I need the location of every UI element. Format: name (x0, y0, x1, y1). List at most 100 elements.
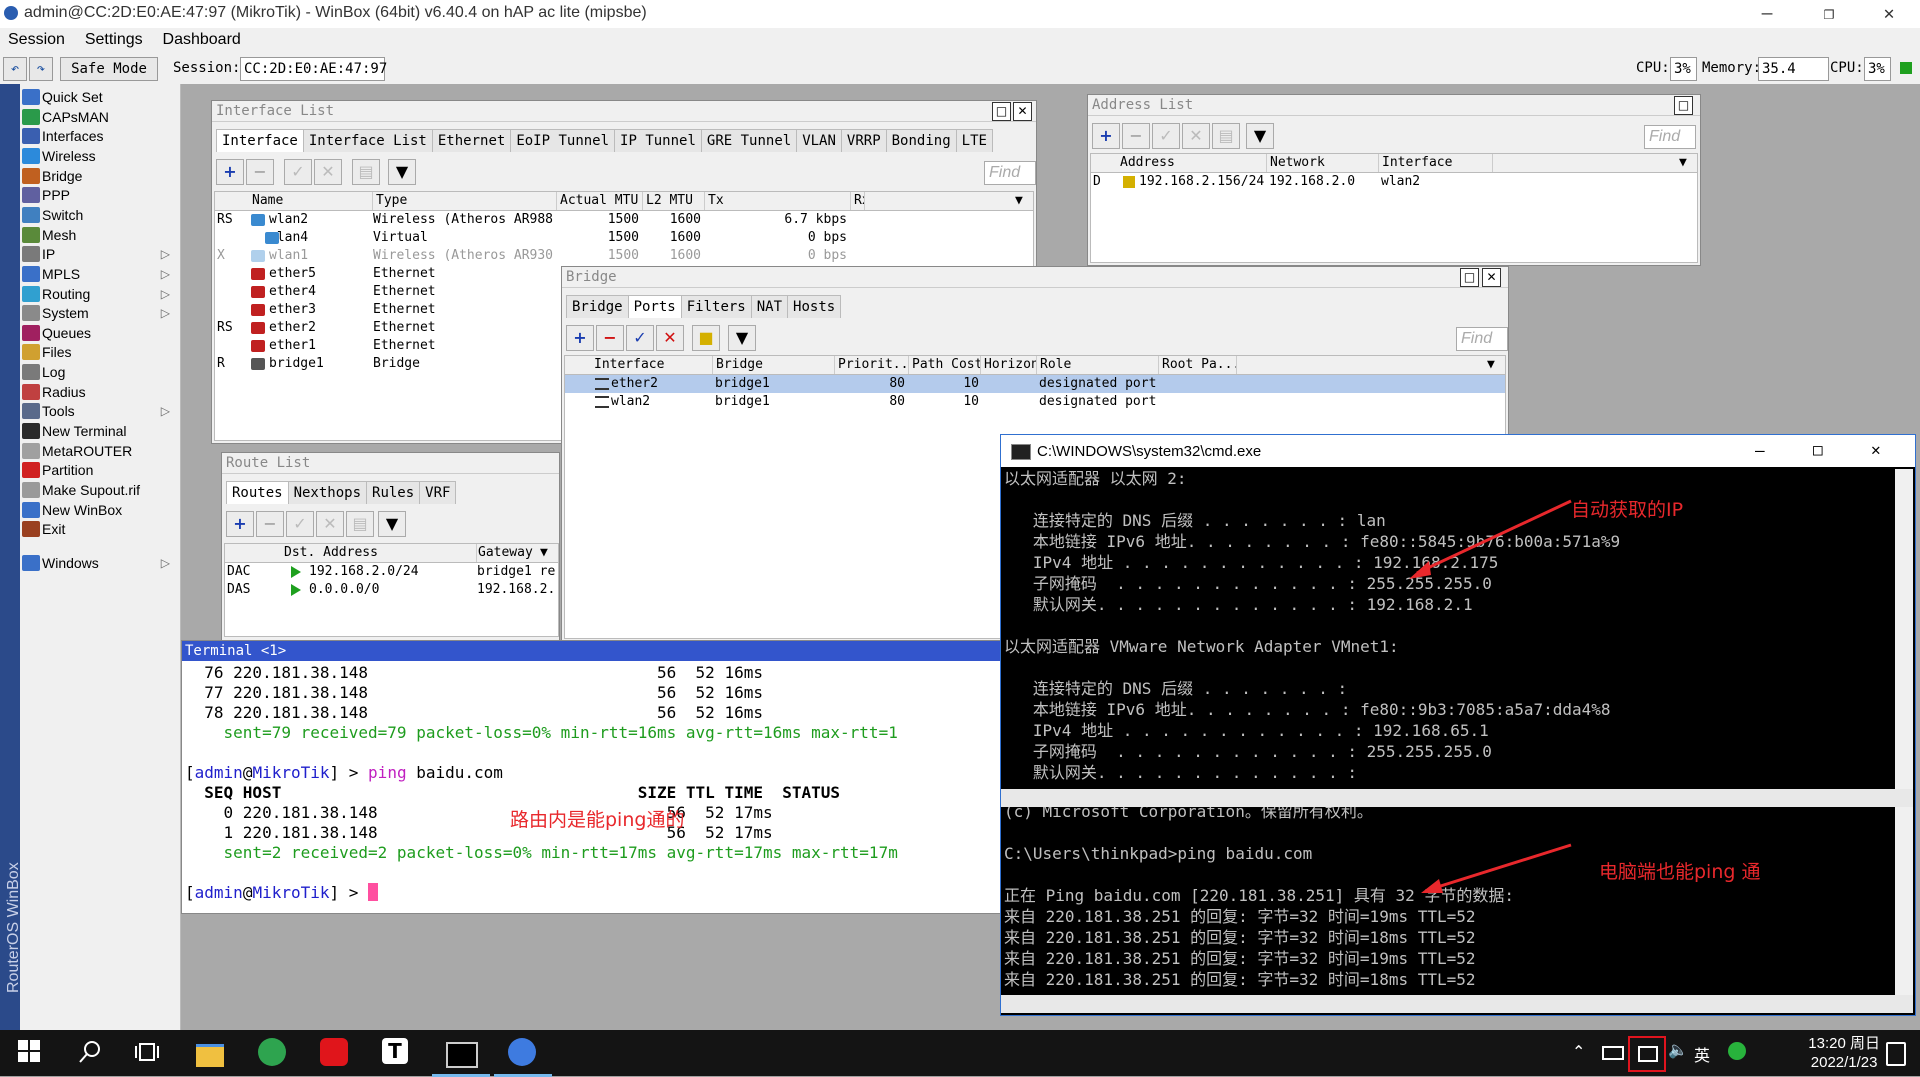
tab-vrf[interactable]: VRF (419, 481, 457, 504)
add-icon[interactable]: + (566, 325, 594, 351)
column-header[interactable]: Address (1117, 154, 1267, 172)
enable-icon[interactable]: ✓ (286, 511, 314, 537)
enable-icon[interactable]: ✓ (626, 325, 654, 351)
cmd-taskbar-icon[interactable] (432, 1038, 490, 1077)
tab-interface-list[interactable]: Interface List (302, 129, 433, 152)
add-icon[interactable]: + (216, 159, 244, 185)
disable-icon[interactable]: ✕ (316, 511, 344, 537)
filter-icon[interactable]: ▼ (388, 159, 416, 185)
remove-icon[interactable]: − (1122, 123, 1150, 149)
search-icon[interactable] (76, 1038, 106, 1068)
table-row[interactable]: wlan4 Virtual 1500 1600 0 bps (215, 229, 1033, 247)
tab-routes[interactable]: Routes (226, 481, 289, 504)
comment-icon[interactable]: ▤ (346, 511, 374, 537)
column-dropdown-icon[interactable]: ▼ (1484, 356, 1505, 374)
tab-nexthops[interactable]: Nexthops (287, 481, 368, 504)
cmd-window[interactable]: C:\WINDOWS\system32\cmd.exe — □ ✕ 以太网适配器… (1000, 434, 1916, 1016)
tab-bridge[interactable]: Bridge (566, 295, 629, 318)
column-header[interactable]: Bridge (713, 356, 835, 374)
filter-icon[interactable]: ▼ (378, 511, 406, 537)
tab-eoip-tunnel[interactable]: EoIP Tunnel (510, 129, 616, 152)
table-row[interactable]: DAC 192.168.2.0/24 bridge1 re (225, 563, 558, 581)
redo-button[interactable]: ↷ (29, 57, 53, 81)
tab-vrrp[interactable]: VRRP (840, 129, 887, 152)
restore-icon[interactable]: ❐ (1806, 0, 1852, 28)
undo-button[interactable]: ↶ (3, 57, 27, 81)
menu-dashboard[interactable]: Dashboard (155, 28, 249, 52)
add-icon[interactable]: + (226, 511, 254, 537)
table-row[interactable]: DAS 0.0.0.0/0 192.168.2. (225, 581, 558, 599)
session-field[interactable]: CC:2D:E0:AE:47:97 (240, 57, 387, 81)
close-icon[interactable]: ✕ (1866, 0, 1912, 28)
column-header[interactable]: L2 MTU (643, 192, 705, 210)
close-icon[interactable]: ✕ (1482, 268, 1501, 287)
browser-icon[interactable] (258, 1038, 288, 1068)
tab-ports[interactable]: Ports (627, 295, 682, 318)
comment-icon[interactable]: ▤ (1212, 123, 1240, 149)
column-header[interactable]: Root Pa... (1159, 356, 1237, 374)
column-header[interactable]: Type (373, 192, 557, 210)
enable-icon[interactable]: ✓ (284, 159, 312, 185)
tab-bonding[interactable]: Bonding (885, 129, 957, 152)
remove-icon[interactable]: − (596, 325, 624, 351)
tab-hosts[interactable]: Hosts (787, 295, 842, 318)
winbox-taskbar-icon[interactable] (494, 1038, 552, 1077)
typora-icon[interactable]: T (382, 1038, 412, 1068)
tab-gre-tunnel[interactable]: GRE Tunnel (700, 129, 798, 152)
column-dropdown-icon[interactable]: ▼ (1012, 192, 1033, 210)
network-icon[interactable] (1628, 1036, 1666, 1072)
table-row[interactable]: ether2 bridge1 80 10 designated port (565, 375, 1505, 393)
column-header[interactable]: Actual MTU (557, 192, 643, 210)
app-tray-icon[interactable] (1728, 1042, 1746, 1060)
filter-icon[interactable]: ▼ (1246, 123, 1274, 149)
cmd-hscrollbar[interactable] (1001, 789, 1913, 807)
column-header[interactable]: Horizon (981, 356, 1037, 374)
volume-icon[interactable]: 🔈 (1668, 1040, 1688, 1059)
task-view-icon[interactable] (134, 1038, 164, 1068)
terminal-prompt[interactable]: [admin@MikroTik] > (185, 883, 379, 903)
sidebar-item-windows[interactable]: Windows ▷ (22, 552, 178, 574)
minimize-icon[interactable]: — (1755, 441, 1765, 460)
find-field[interactable]: Find (984, 161, 1036, 185)
maximize-icon[interactable]: □ (1460, 268, 1479, 287)
tray-chevron-icon[interactable]: ⌃ (1572, 1042, 1585, 1061)
column-header[interactable]: Network (1267, 154, 1379, 172)
sidebar-item-exit[interactable]: Exit (22, 518, 178, 540)
column-dropdown-icon[interactable]: ▼ (1676, 154, 1697, 172)
tab-filters[interactable]: Filters (680, 295, 752, 318)
tab-nat[interactable]: NAT (750, 295, 789, 318)
column-header[interactable]: Path Cost (909, 356, 981, 374)
maximize-icon[interactable]: □ (1674, 96, 1693, 115)
cmd-scrollbar[interactable] (1895, 469, 1913, 805)
clock[interactable]: 13:20 周日 2022/1/23 (1808, 1034, 1880, 1072)
find-field[interactable]: Find (1456, 327, 1508, 351)
tab-vlan[interactable]: VLAN (796, 129, 842, 152)
column-header[interactable]: Priorit... (835, 356, 909, 374)
find-field[interactable]: Find (1644, 125, 1696, 149)
column-header[interactable]: Role (1037, 356, 1159, 374)
tab-ethernet[interactable]: Ethernet (431, 129, 512, 152)
notification-icon[interactable] (1886, 1042, 1906, 1066)
table-row[interactable]: RS wlan2 Wireless (Atheros AR9888) 1500 1600… (215, 211, 1033, 229)
add-icon[interactable]: + (1092, 123, 1120, 149)
tab-interface[interactable]: Interface (216, 129, 304, 152)
table-row[interactable]: wlan2 bridge1 80 10 designated port (565, 393, 1505, 411)
youdao-icon[interactable] (320, 1038, 350, 1068)
column-header[interactable]: Tx (705, 192, 851, 210)
menu-session[interactable]: Session (0, 28, 73, 52)
close-icon[interactable]: ✕ (1871, 440, 1881, 459)
battery-icon[interactable] (1602, 1046, 1624, 1060)
terminal-window[interactable]: Terminal <1> 76 220.181.38.148 56 52 16m… (181, 640, 1005, 914)
tab-rules[interactable]: Rules (366, 481, 421, 504)
enable-icon[interactable]: ✓ (1152, 123, 1180, 149)
column-header[interactable]: Rx (851, 192, 865, 210)
file-explorer-icon[interactable] (196, 1038, 226, 1068)
tab-lte[interactable]: LTE (955, 129, 993, 152)
safe-mode-button[interactable]: Safe Mode (60, 57, 158, 81)
disable-icon[interactable]: ✕ (314, 159, 342, 185)
close-icon[interactable]: ✕ (1013, 102, 1032, 121)
cmd-hscrollbar-bottom[interactable] (1001, 995, 1913, 1013)
remove-icon[interactable]: − (256, 511, 284, 537)
column-header[interactable]: Interface (591, 356, 713, 374)
remove-icon[interactable]: − (246, 159, 274, 185)
